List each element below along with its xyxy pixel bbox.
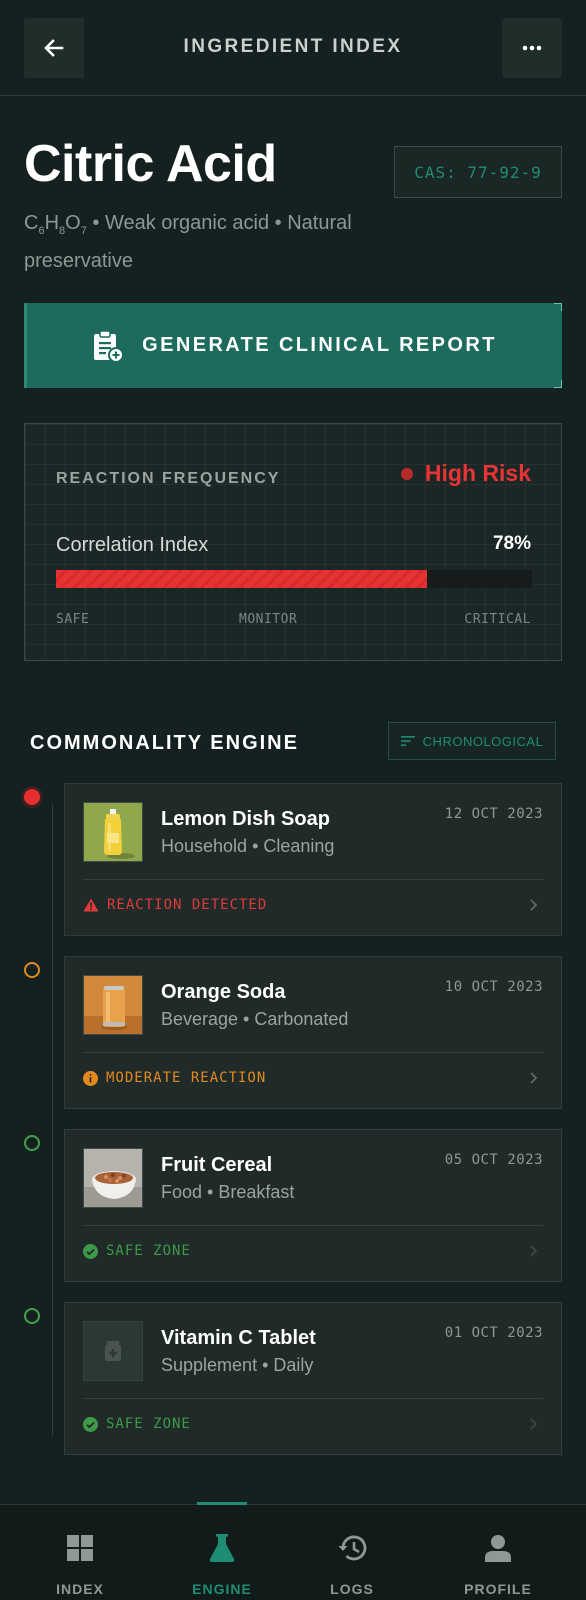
product-date: 05 OCT 2023 — [444, 1152, 543, 1168]
chevron-right-icon — [530, 1418, 538, 1430]
risk-dot-icon — [400, 467, 413, 480]
check-circle-icon — [83, 1243, 98, 1259]
card-divider — [83, 1225, 543, 1226]
timeline-dot-reaction — [24, 789, 40, 805]
commonality-engine-title: COMMONALITY ENGINE — [30, 732, 299, 754]
status-label: SAFE ZONE — [106, 1243, 191, 1259]
history-card-fruit-cereal[interactable]: Fruit Cereal Food • Breakfast 05 OCT 202… — [64, 1129, 562, 1282]
product-date: 01 OCT 2023 — [444, 1325, 543, 1341]
risk-label: High Risk — [424, 460, 531, 486]
nav-item-profile[interactable]: PROFILE — [425, 1505, 571, 1600]
product-name: Vitamin C Tablet — [161, 1327, 316, 1349]
scale-label-critical: CRITICAL — [464, 612, 531, 627]
nav-label: LOGS — [330, 1581, 374, 1597]
scale-label-safe: SAFE — [56, 612, 90, 627]
history-card-lemon-dish-soap[interactable]: Lemon Dish Soap Household • Cleaning 12 … — [64, 783, 562, 936]
risk-badge: High Risk — [400, 460, 531, 487]
status-label: SAFE ZONE — [106, 1416, 191, 1432]
cereal-bowl-image — [84, 1149, 142, 1207]
formula-hydrogen: H — [44, 212, 60, 234]
grid-icon — [67, 1535, 93, 1561]
formula-carbon: C — [24, 212, 39, 234]
timeline-dot-safe — [24, 1308, 40, 1324]
ingredient-name: Citric Acid — [24, 135, 277, 193]
history-icon — [338, 1535, 367, 1561]
timeline-dot-moderate — [24, 962, 40, 978]
formula-oxygen: O — [65, 212, 81, 234]
status-badge: REACTION DETECTED — [83, 897, 267, 913]
medicine-bottle-icon — [105, 1341, 121, 1361]
info-circle-icon — [83, 1070, 98, 1086]
status-badge: SAFE ZONE — [83, 1416, 191, 1432]
sort-chronological-button[interactable]: CHRONOLOGICAL — [388, 722, 556, 760]
dish-soap-bottle-image — [84, 803, 142, 861]
soda-can-image — [84, 976, 142, 1034]
page-title: INGREDIENT INDEX — [183, 36, 403, 57]
more-button[interactable] — [502, 18, 562, 78]
correlation-index-label: Correlation Index — [56, 534, 209, 556]
nav-label: PROFILE — [464, 1581, 532, 1597]
correlation-progress-fill — [56, 570, 428, 588]
product-date: 12 OCT 2023 — [444, 806, 543, 822]
nav-item-logs[interactable]: LOGS — [279, 1505, 425, 1600]
product-date: 10 OCT 2023 — [444, 979, 543, 995]
nav-label: ENGINE — [192, 1581, 252, 1597]
warning-triangle-icon — [83, 898, 99, 912]
product-thumbnail — [83, 975, 143, 1035]
history-card-orange-soda[interactable]: Orange Soda Beverage • Carbonated 10 OCT… — [64, 956, 562, 1109]
product-category: Supplement • Daily — [161, 1355, 314, 1375]
top-bar: INGREDIENT INDEX — [0, 0, 586, 96]
card-divider — [83, 1398, 543, 1399]
product-category: Household • Cleaning — [161, 836, 335, 856]
nav-label: INDEX — [56, 1581, 104, 1597]
flask-icon — [209, 1534, 235, 1562]
ingredient-description: C6H8O7 • Weak organic acid • Natural pre… — [24, 208, 404, 276]
product-thumbnail — [83, 1148, 143, 1208]
chevron-right-icon — [530, 899, 538, 911]
chevron-right-icon — [530, 1072, 538, 1084]
product-category: Food • Breakfast — [161, 1182, 295, 1202]
product-name: Lemon Dish Soap — [161, 808, 330, 830]
sort-label: CHRONOLOGICAL — [422, 733, 544, 749]
scale-label-monitor: MONITOR — [239, 612, 298, 627]
generate-report-button[interactable]: GENERATE CLINICAL REPORT — [24, 303, 562, 388]
status-badge: SAFE ZONE — [83, 1243, 191, 1259]
bottom-navigation: INDEX ENGINE LOGS PROFILE — [0, 1502, 586, 1600]
correlation-index-value: 78% — [492, 533, 531, 554]
product-category: Beverage • Carbonated — [161, 1009, 349, 1029]
history-card-vitamin-c-tablet[interactable]: Vitamin C Tablet Supplement • Daily 01 O… — [64, 1302, 562, 1455]
user-icon — [485, 1535, 511, 1562]
product-thumbnail — [83, 1321, 143, 1381]
product-thumbnail — [83, 802, 143, 862]
more-horizontal-icon — [522, 45, 542, 51]
timeline-dot-safe — [24, 1135, 40, 1151]
correlation-progress-bar — [56, 570, 532, 588]
card-divider — [83, 879, 543, 880]
chevron-right-icon — [530, 1245, 538, 1257]
status-label: MODERATE REACTION — [106, 1070, 267, 1086]
nav-item-index[interactable]: INDEX — [7, 1505, 153, 1600]
check-circle-icon — [83, 1416, 98, 1432]
product-name: Fruit Cereal — [161, 1154, 273, 1176]
nav-item-engine[interactable]: ENGINE — [149, 1505, 295, 1600]
generate-report-label: GENERATE CLINICAL REPORT — [142, 334, 497, 356]
clipboard-plus-icon — [94, 329, 125, 363]
product-name: Orange Soda — [161, 981, 286, 1003]
reaction-frequency-label: REACTION FREQUENCY — [56, 470, 281, 487]
status-badge: MODERATE REACTION — [83, 1070, 266, 1086]
status-label: REACTION DETECTED — [107, 897, 268, 913]
timeline-line — [52, 805, 53, 1435]
cas-badge: CAS: 77-92-9 — [394, 146, 562, 198]
reaction-frequency-card: REACTION FREQUENCY High Risk Correlation… — [24, 423, 562, 661]
corner-accent — [554, 303, 562, 311]
corner-accent — [554, 380, 562, 388]
sort-lines-icon — [400, 736, 415, 746]
card-divider — [83, 1052, 543, 1053]
